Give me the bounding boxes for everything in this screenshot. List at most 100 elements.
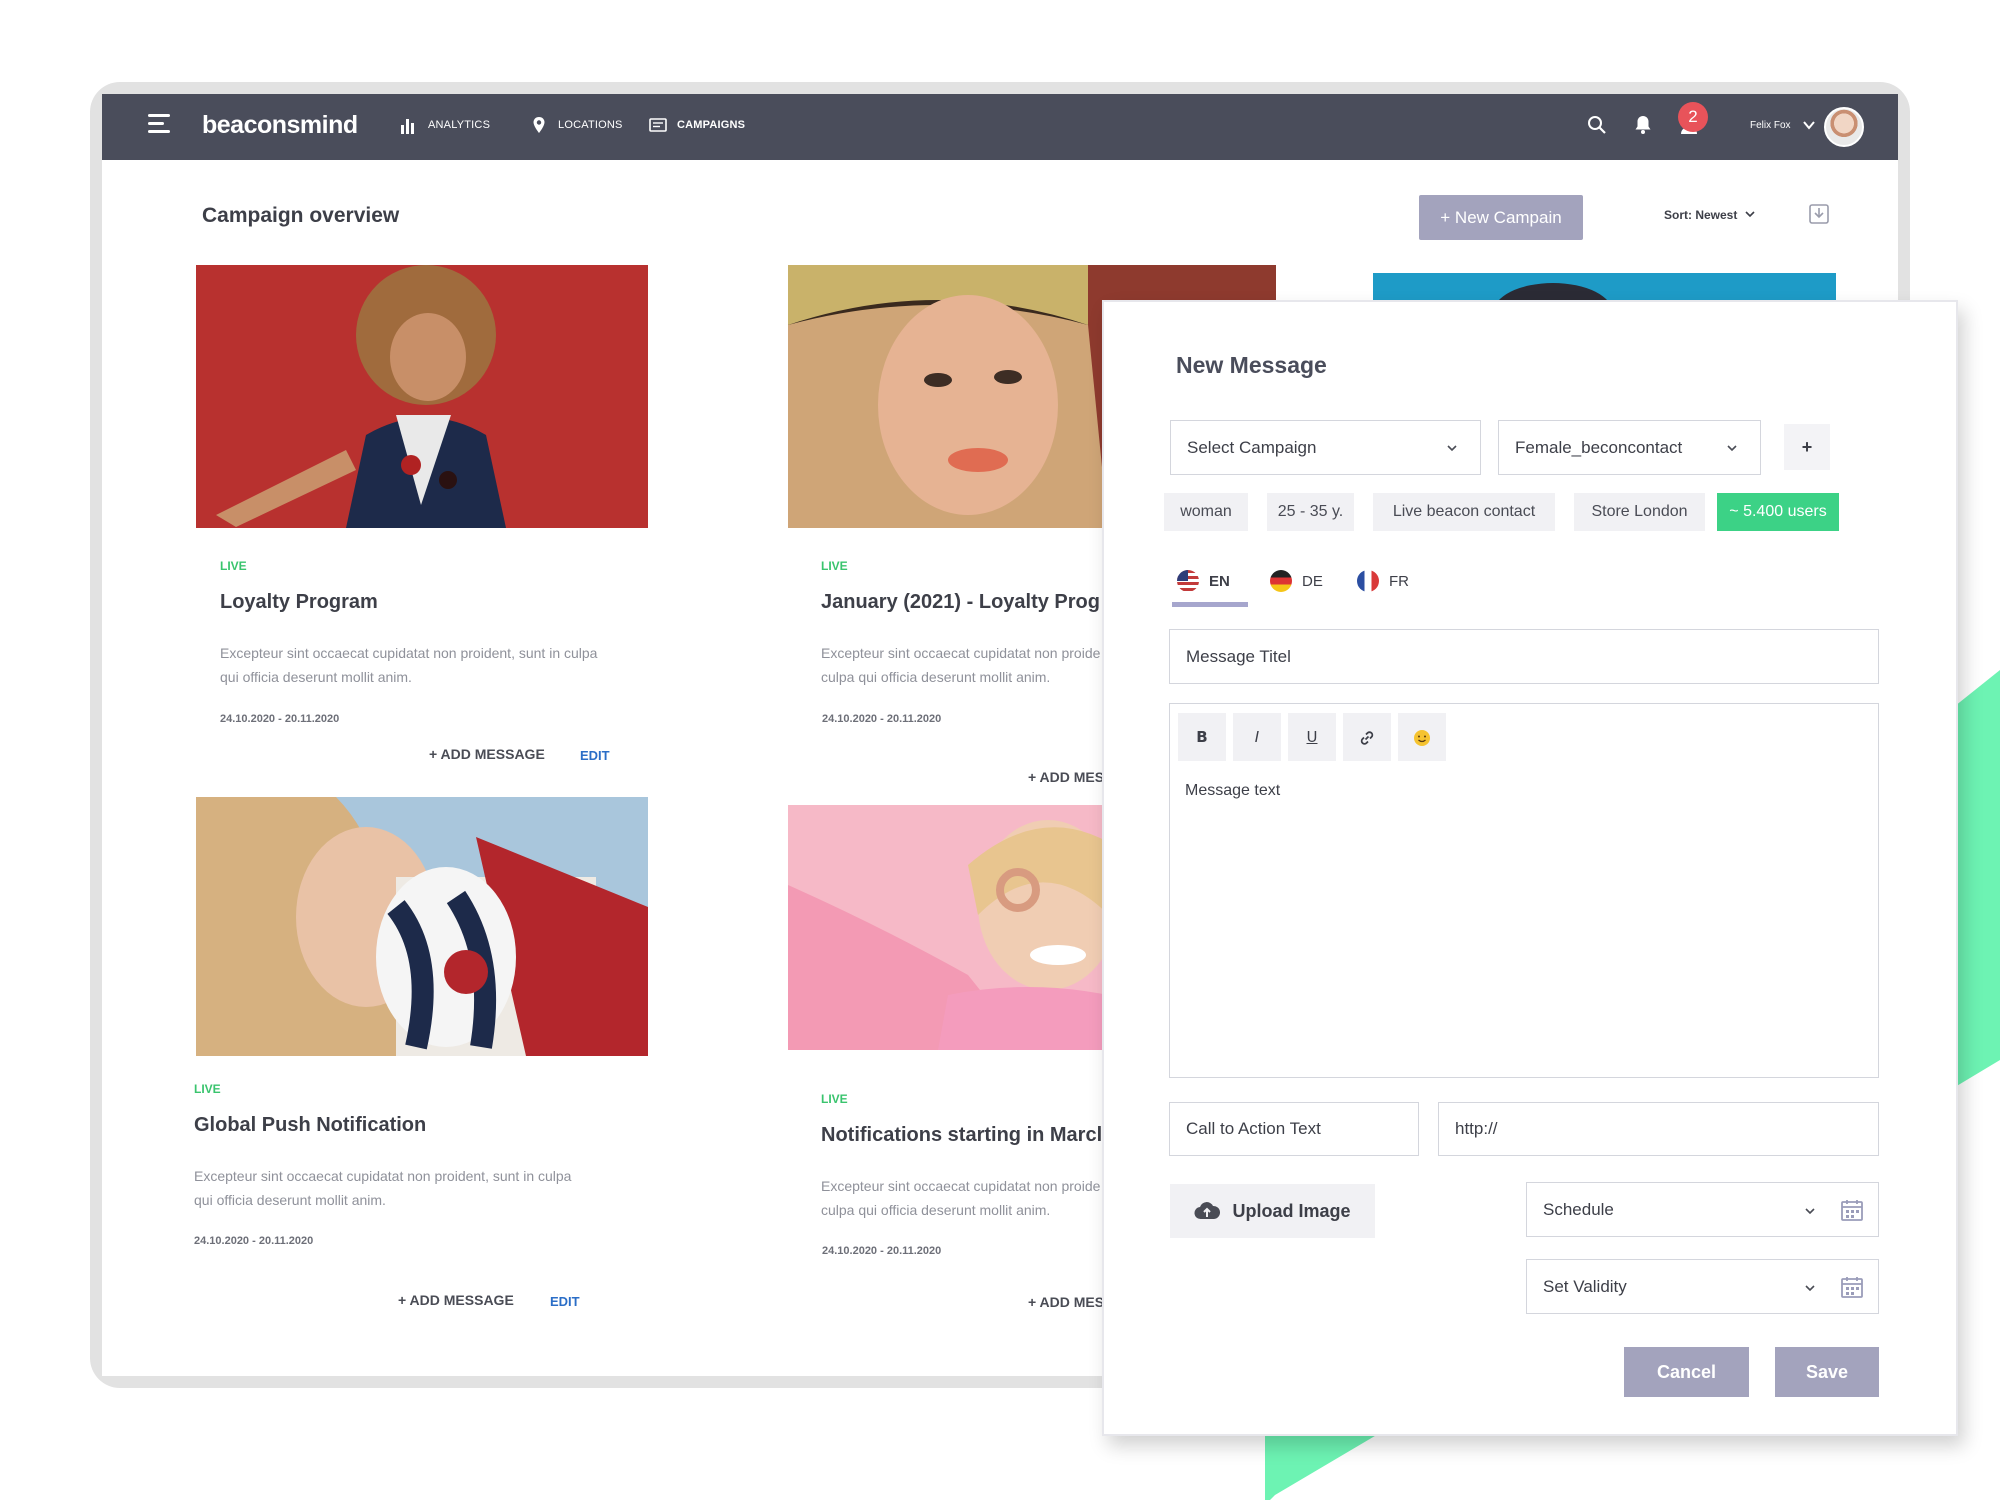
german-flag-icon: [1270, 570, 1292, 592]
campaign-title[interactable]: Notifications starting in Marcl: [821, 1124, 1102, 1147]
nav-analytics[interactable]: ANALYTICS: [400, 116, 490, 134]
url-input[interactable]: http://: [1438, 1102, 1879, 1156]
app-logo[interactable]: beaconsmind: [202, 111, 358, 140]
calendar-icon[interactable]: [1840, 1198, 1864, 1222]
bar-chart-icon: [401, 119, 414, 134]
new-campaign-button[interactable]: + New Campain: [1419, 195, 1583, 240]
status-badge: LIVE: [220, 559, 247, 573]
audience-tag[interactable]: woman: [1164, 493, 1248, 531]
status-badge: LIVE: [194, 1082, 221, 1096]
language-code: DE: [1302, 572, 1323, 590]
audience-tag[interactable]: 25 - 35 y.: [1267, 493, 1354, 531]
status-badge: LIVE: [821, 1092, 848, 1106]
campaign-description: Excepteur sint occaecat cupidatat non pr…: [194, 1168, 572, 1208]
nav-analytics-label: ANALYTICS: [428, 119, 491, 131]
add-audience-button[interactable]: +: [1784, 424, 1830, 470]
user-name[interactable]: Felix Fox: [1750, 120, 1791, 131]
dialog-title: New Message: [1176, 352, 1327, 378]
audience-tag[interactable]: Live beacon contact: [1373, 493, 1555, 531]
message-title-placeholder: Message Titel: [1186, 646, 1291, 666]
validity-select[interactable]: Set Validity: [1526, 1259, 1879, 1314]
edit-button[interactable]: EDIT: [550, 1294, 580, 1309]
nav-campaigns-label: CAMPAIGNS: [677, 119, 746, 131]
underline-button[interactable]: U: [1288, 713, 1336, 761]
chevron-down-icon: [1727, 444, 1737, 451]
sort-label: Sort: Newest: [1664, 208, 1738, 222]
upload-image-label: Upload Image: [1232, 1200, 1351, 1221]
us-flag-icon: [1177, 570, 1199, 592]
sort-dropdown[interactable]: Sort: Newest: [1664, 208, 1755, 222]
audience-select-value: Female_beconcontact: [1515, 437, 1683, 457]
bell-icon[interactable]: [1632, 114, 1654, 136]
emoji-button[interactable]: [1398, 713, 1446, 761]
cancel-button[interactable]: Cancel: [1624, 1347, 1749, 1397]
campaign-title[interactable]: Loyalty Program: [220, 591, 378, 614]
message-title-input[interactable]: Message Titel: [1169, 629, 1879, 684]
add-message-button[interactable]: + ADD MESSAGE: [429, 746, 545, 762]
schedule-label: Schedule: [1543, 1199, 1614, 1219]
campaign-description: Excepteur sint occaecat cupidatat non pr…: [821, 1178, 1101, 1218]
chevron-down-icon: [1745, 211, 1755, 218]
campaign-select[interactable]: Select Campaign: [1170, 420, 1481, 475]
users-count-tag: ~ 5.400 users: [1717, 493, 1839, 531]
campaign-title[interactable]: January (2021) - Loyalty Prog: [821, 591, 1100, 614]
cta-text-placeholder: Call to Action Text: [1186, 1119, 1321, 1138]
nav-campaigns[interactable]: CAMPAIGNS: [649, 116, 745, 134]
italic-button[interactable]: I: [1233, 713, 1281, 761]
save-button[interactable]: Save: [1775, 1347, 1879, 1397]
campaign-select-value: Select Campaign: [1187, 437, 1317, 457]
nav-locations[interactable]: LOCATIONS: [530, 116, 623, 134]
chevron-down-icon: [1447, 444, 1457, 451]
link-icon: [1360, 730, 1374, 745]
campaign-title[interactable]: Global Push Notification: [194, 1114, 426, 1137]
message-editor[interactable]: B I U Message text: [1169, 703, 1879, 1078]
search-icon[interactable]: [1586, 114, 1608, 136]
validity-label: Set Validity: [1543, 1276, 1627, 1296]
link-button[interactable]: [1343, 713, 1391, 761]
active-tab-indicator: [1172, 602, 1248, 607]
add-message-button[interactable]: + ADD MES: [1028, 769, 1104, 785]
nav-locations-label: LOCATIONS: [558, 119, 623, 131]
top-navigation-bar: beaconsmind ANALYTICS LOCATIONS CAMPAIGN…: [102, 94, 1898, 160]
campaign-dates: 24.10.2020 - 20.11.2020: [194, 1235, 314, 1247]
language-code: FR: [1389, 572, 1409, 590]
avatar[interactable]: [1824, 107, 1864, 147]
french-flag-icon: [1357, 570, 1379, 592]
menu-icon[interactable]: [148, 114, 170, 133]
map-pin-icon: [533, 117, 545, 133]
message-list-icon: [649, 118, 667, 132]
schedule-select[interactable]: Schedule: [1526, 1182, 1879, 1237]
notification-badge: 2: [1678, 102, 1708, 132]
chevron-down-icon: [1805, 1285, 1815, 1292]
upload-image-button[interactable]: Upload Image: [1170, 1184, 1375, 1238]
add-message-button[interactable]: + ADD MESSAGE: [398, 1292, 514, 1308]
calendar-icon[interactable]: [1840, 1275, 1864, 1299]
tab-language-en[interactable]: EN: [1177, 570, 1230, 592]
cta-text-input[interactable]: Call to Action Text: [1169, 1102, 1419, 1156]
new-message-dialog: New Message Select Campaign Female_becon…: [1102, 300, 1958, 1436]
audience-tag[interactable]: Store London: [1574, 493, 1705, 531]
tab-language-de[interactable]: DE: [1270, 570, 1323, 592]
campaign-description: Excepteur sint occaecat cupidatat non pr…: [220, 645, 598, 685]
emoji-icon: [1414, 729, 1430, 746]
edit-button[interactable]: EDIT: [580, 748, 610, 763]
download-icon[interactable]: [1808, 203, 1830, 225]
campaign-dates: 24.10.2020 - 20.11.2020: [220, 713, 340, 725]
chevron-down-icon[interactable]: [1802, 118, 1816, 132]
tab-language-fr[interactable]: FR: [1357, 570, 1409, 592]
campaign-image[interactable]: [196, 797, 648, 1056]
bold-button[interactable]: B: [1178, 713, 1226, 761]
campaign-dates: 24.10.2020 - 20.11.2020: [822, 713, 942, 725]
audience-select[interactable]: Female_beconcontact: [1498, 420, 1761, 475]
page-title: Campaign overview: [202, 204, 400, 227]
cloud-upload-icon: [1194, 1202, 1221, 1220]
chevron-down-icon: [1805, 1208, 1815, 1215]
decor-green-shape-bottom: [1265, 1430, 1385, 1500]
add-message-button[interactable]: + ADD MES: [1028, 1294, 1104, 1310]
campaign-dates: 24.10.2020 - 20.11.2020: [822, 1245, 942, 1257]
campaign-description: Excepteur sint occaecat cupidatat non pr…: [821, 645, 1101, 685]
language-code: EN: [1209, 572, 1230, 590]
status-badge: LIVE: [821, 559, 848, 573]
campaign-image[interactable]: [196, 265, 648, 528]
url-placeholder: http://: [1455, 1119, 1498, 1138]
